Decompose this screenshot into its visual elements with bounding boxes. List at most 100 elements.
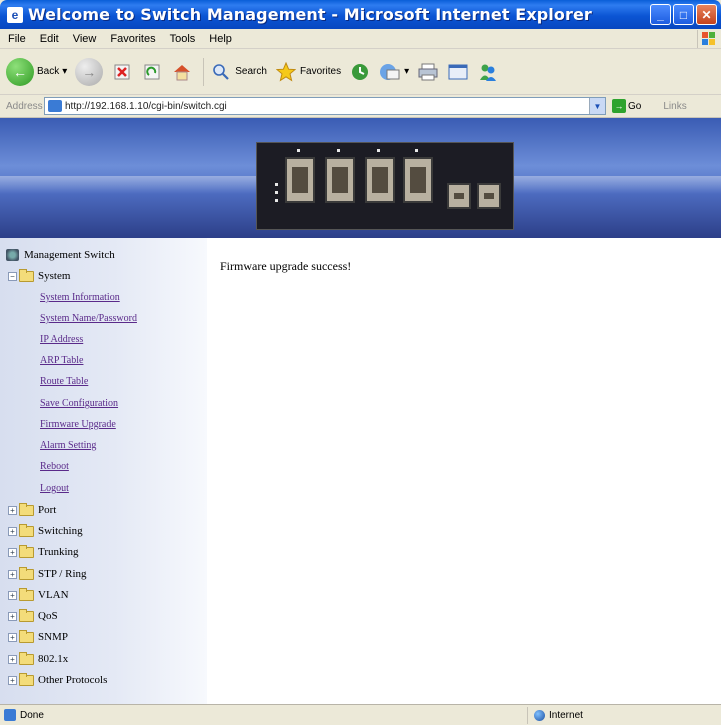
expand-icon[interactable]: + xyxy=(8,547,17,557)
security-zone: Internet xyxy=(527,707,717,724)
close-button[interactable]: ✕ xyxy=(696,4,717,25)
port-4-image xyxy=(403,157,433,203)
windows-logo-icon xyxy=(697,30,719,48)
nav-save-configuration[interactable]: Save Configuration xyxy=(40,398,118,409)
expand-icon[interactable]: + xyxy=(8,675,17,685)
menu-edit[interactable]: Edit xyxy=(40,33,59,45)
status-message: Firmware upgrade success! xyxy=(220,259,352,273)
stop-button[interactable] xyxy=(111,61,133,83)
nav-route-table[interactable]: Route Table xyxy=(40,376,88,387)
status-bar: Done Internet xyxy=(0,704,721,725)
status-done: Done xyxy=(4,709,44,721)
search-label: Search xyxy=(235,66,267,77)
tree-node-label: SNMP xyxy=(38,631,68,643)
nav-arp-table[interactable]: ARP Table xyxy=(40,355,83,366)
tree-node-trunking[interactable]: + Trunking xyxy=(8,544,79,558)
expand-icon[interactable]: + xyxy=(8,590,17,600)
tree-node-label: Port xyxy=(38,504,57,516)
tree-node-snmp[interactable]: + SNMP xyxy=(8,629,68,643)
folder-icon xyxy=(19,629,34,643)
tree-node-label: QoS xyxy=(38,610,58,622)
nav-system-name-password[interactable]: System Name/Password xyxy=(40,313,137,324)
go-label: Go xyxy=(628,100,642,112)
mail-button[interactable]: ▾ xyxy=(379,61,409,83)
tree-node-label: Trunking xyxy=(38,546,79,558)
expand-icon[interactable]: + xyxy=(8,632,17,642)
tree-node-label: 802.1x xyxy=(38,653,69,665)
expand-icon[interactable]: + xyxy=(8,654,17,664)
links-toolbar[interactable]: Links xyxy=(663,101,686,112)
nav-system-information[interactable]: System Information xyxy=(40,292,120,303)
page-icon xyxy=(48,100,62,112)
menu-favorites[interactable]: Favorites xyxy=(110,33,155,45)
expand-icon[interactable]: + xyxy=(8,611,17,621)
address-dropdown-icon[interactable]: ▼ xyxy=(589,98,605,114)
tree-node-switching[interactable]: + Switching xyxy=(8,523,83,537)
folder-icon xyxy=(19,566,34,580)
folder-icon xyxy=(19,544,34,558)
messenger-icon xyxy=(477,61,499,83)
mail-dropdown-icon[interactable]: ▾ xyxy=(404,66,409,77)
title-bar[interactable]: e Welcome to Switch Management - Microso… xyxy=(0,0,721,29)
edit-page-button[interactable] xyxy=(447,61,469,83)
back-dropdown-icon[interactable]: ▾ xyxy=(62,66,67,77)
tree-node-vlan[interactable]: + VLAN xyxy=(8,587,69,601)
forward-arrow-icon: → xyxy=(75,57,104,86)
go-button[interactable]: → Go xyxy=(612,99,641,113)
menu-file[interactable]: File xyxy=(8,33,26,45)
toolbar: ← Back ▾ → Search Favorites ▾ xyxy=(0,49,721,95)
nav-ip-address[interactable]: IP Address xyxy=(40,334,83,345)
nav-reboot[interactable]: Reboot xyxy=(40,461,69,472)
address-url: http://192.168.1.10/cgi-bin/switch.cgi xyxy=(65,100,227,112)
minimize-button[interactable]: _ xyxy=(650,4,671,25)
folder-icon xyxy=(19,502,34,516)
tree-root-label: Management Switch xyxy=(24,249,115,261)
go-arrow-icon: → xyxy=(612,99,626,113)
back-label: Back xyxy=(37,66,60,77)
folder-icon xyxy=(19,587,34,601)
menu-help[interactable]: Help xyxy=(209,33,232,45)
navigation-tree: Management Switch − System System Inform… xyxy=(0,238,207,704)
port-1-image xyxy=(285,157,315,203)
status-text: Done xyxy=(20,709,44,721)
folder-icon xyxy=(19,672,34,686)
history-icon xyxy=(349,61,371,83)
folder-icon xyxy=(19,651,34,665)
address-input[interactable]: http://192.168.1.10/cgi-bin/switch.cgi ▼ xyxy=(44,97,606,115)
tree-node-other-protocols[interactable]: + Other Protocols xyxy=(8,672,107,686)
nav-logout[interactable]: Logout xyxy=(40,483,69,494)
expand-icon[interactable]: + xyxy=(8,505,17,515)
search-button[interactable]: Search xyxy=(210,61,267,83)
favorites-button[interactable]: Favorites xyxy=(275,61,341,83)
back-arrow-icon: ← xyxy=(6,57,34,86)
expand-icon[interactable]: + xyxy=(8,569,17,579)
toolbar-separator xyxy=(203,57,205,86)
zone-label: Internet xyxy=(549,710,583,721)
menu-view[interactable]: View xyxy=(73,33,97,45)
expand-icon[interactable]: + xyxy=(8,526,17,536)
globe-icon xyxy=(534,710,545,721)
tree-root[interactable]: Management Switch xyxy=(6,249,115,261)
nav-alarm-setting[interactable]: Alarm Setting xyxy=(40,440,96,451)
menu-tools[interactable]: Tools xyxy=(170,33,196,45)
maximize-button[interactable]: □ xyxy=(673,4,694,25)
refresh-button[interactable] xyxy=(141,61,163,83)
tree-node-qos[interactable]: + QoS xyxy=(8,608,58,622)
tree-node-label: STP / Ring xyxy=(38,568,87,580)
ie-app-icon: e xyxy=(7,6,23,23)
folder-open-icon xyxy=(19,268,34,282)
print-button[interactable] xyxy=(417,61,439,83)
messenger-button[interactable] xyxy=(477,61,499,83)
history-button[interactable] xyxy=(349,61,371,83)
back-button[interactable]: ← Back ▾ xyxy=(6,57,67,86)
tree-node-8021x[interactable]: + 802.1x xyxy=(8,651,69,665)
tree-node-port[interactable]: + Port xyxy=(8,502,57,516)
tree-node-system[interactable]: − System xyxy=(8,268,70,282)
forward-button[interactable]: → xyxy=(75,57,104,86)
led-indicator xyxy=(297,149,300,152)
collapse-icon[interactable]: − xyxy=(8,271,17,281)
tree-node-stp-ring[interactable]: + STP / Ring xyxy=(8,566,87,580)
home-button[interactable] xyxy=(171,61,193,83)
nav-firmware-upgrade[interactable]: Firmware Upgrade xyxy=(40,419,116,430)
mail-icon xyxy=(379,61,401,83)
